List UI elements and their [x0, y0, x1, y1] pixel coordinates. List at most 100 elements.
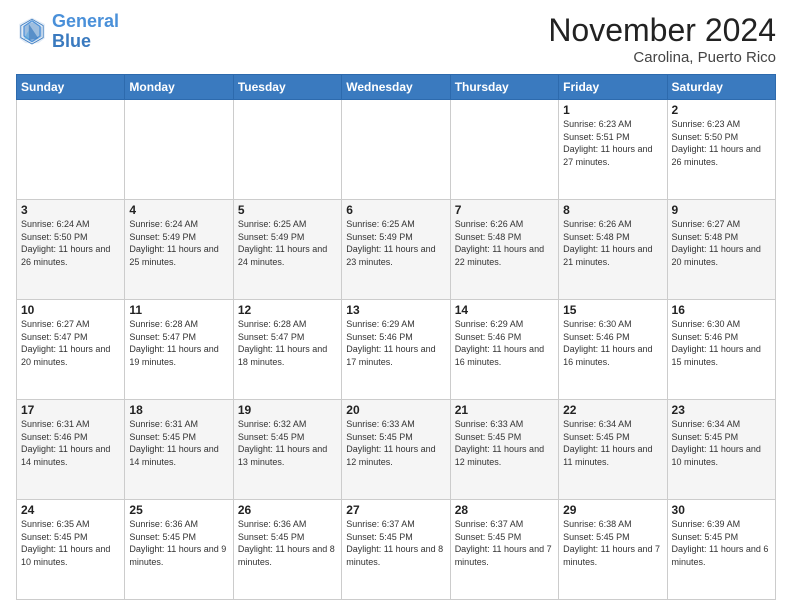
day-number: 27 — [346, 503, 445, 517]
day-number: 22 — [563, 403, 662, 417]
week-row-0: 1Sunrise: 6:23 AM Sunset: 5:51 PM Daylig… — [17, 100, 776, 200]
week-row-2: 10Sunrise: 6:27 AM Sunset: 5:47 PM Dayli… — [17, 300, 776, 400]
calendar-cell: 18Sunrise: 6:31 AM Sunset: 5:45 PM Dayli… — [125, 400, 233, 500]
day-info: Sunrise: 6:33 AM Sunset: 5:45 PM Dayligh… — [455, 418, 554, 468]
day-number: 21 — [455, 403, 554, 417]
calendar-cell: 9Sunrise: 6:27 AM Sunset: 5:48 PM Daylig… — [667, 200, 775, 300]
day-number: 5 — [238, 203, 337, 217]
day-info: Sunrise: 6:33 AM Sunset: 5:45 PM Dayligh… — [346, 418, 445, 468]
day-number: 24 — [21, 503, 120, 517]
day-info: Sunrise: 6:31 AM Sunset: 5:46 PM Dayligh… — [21, 418, 120, 468]
calendar-cell: 16Sunrise: 6:30 AM Sunset: 5:46 PM Dayli… — [667, 300, 775, 400]
calendar-cell — [17, 100, 125, 200]
logo-line1: General — [52, 11, 119, 31]
day-info: Sunrise: 6:28 AM Sunset: 5:47 PM Dayligh… — [238, 318, 337, 368]
day-number: 12 — [238, 303, 337, 317]
day-info: Sunrise: 6:35 AM Sunset: 5:45 PM Dayligh… — [21, 518, 120, 568]
calendar-cell: 7Sunrise: 6:26 AM Sunset: 5:48 PM Daylig… — [450, 200, 558, 300]
page: General Blue November 2024 Carolina, Pue… — [0, 0, 792, 612]
week-row-4: 24Sunrise: 6:35 AM Sunset: 5:45 PM Dayli… — [17, 500, 776, 600]
calendar-cell: 21Sunrise: 6:33 AM Sunset: 5:45 PM Dayli… — [450, 400, 558, 500]
day-info: Sunrise: 6:26 AM Sunset: 5:48 PM Dayligh… — [563, 218, 662, 268]
calendar-cell: 24Sunrise: 6:35 AM Sunset: 5:45 PM Dayli… — [17, 500, 125, 600]
day-info: Sunrise: 6:30 AM Sunset: 5:46 PM Dayligh… — [563, 318, 662, 368]
calendar-cell: 3Sunrise: 6:24 AM Sunset: 5:50 PM Daylig… — [17, 200, 125, 300]
day-number: 25 — [129, 503, 228, 517]
day-info: Sunrise: 6:36 AM Sunset: 5:45 PM Dayligh… — [238, 518, 337, 568]
day-number: 14 — [455, 303, 554, 317]
title-block: November 2024 Carolina, Puerto Rico — [548, 12, 776, 66]
calendar-cell: 1Sunrise: 6:23 AM Sunset: 5:51 PM Daylig… — [559, 100, 667, 200]
logo: General Blue — [16, 12, 119, 52]
header-sunday: Sunday — [17, 75, 125, 100]
day-number: 1 — [563, 103, 662, 117]
logo-line2: Blue — [52, 31, 91, 51]
subtitle: Carolina, Puerto Rico — [548, 49, 776, 66]
day-info: Sunrise: 6:34 AM Sunset: 5:45 PM Dayligh… — [563, 418, 662, 468]
calendar-cell: 15Sunrise: 6:30 AM Sunset: 5:46 PM Dayli… — [559, 300, 667, 400]
calendar-cell: 23Sunrise: 6:34 AM Sunset: 5:45 PM Dayli… — [667, 400, 775, 500]
calendar-cell: 14Sunrise: 6:29 AM Sunset: 5:46 PM Dayli… — [450, 300, 558, 400]
header-thursday: Thursday — [450, 75, 558, 100]
day-number: 2 — [672, 103, 771, 117]
day-info: Sunrise: 6:25 AM Sunset: 5:49 PM Dayligh… — [238, 218, 337, 268]
calendar-cell: 11Sunrise: 6:28 AM Sunset: 5:47 PM Dayli… — [125, 300, 233, 400]
logo-icon — [16, 16, 48, 48]
calendar-cell: 10Sunrise: 6:27 AM Sunset: 5:47 PM Dayli… — [17, 300, 125, 400]
day-info: Sunrise: 6:24 AM Sunset: 5:49 PM Dayligh… — [129, 218, 228, 268]
calendar-cell: 13Sunrise: 6:29 AM Sunset: 5:46 PM Dayli… — [342, 300, 450, 400]
calendar-cell — [450, 100, 558, 200]
calendar-cell: 29Sunrise: 6:38 AM Sunset: 5:45 PM Dayli… — [559, 500, 667, 600]
day-info: Sunrise: 6:26 AM Sunset: 5:48 PM Dayligh… — [455, 218, 554, 268]
day-info: Sunrise: 6:31 AM Sunset: 5:45 PM Dayligh… — [129, 418, 228, 468]
day-number: 17 — [21, 403, 120, 417]
day-number: 4 — [129, 203, 228, 217]
day-number: 10 — [21, 303, 120, 317]
day-info: Sunrise: 6:24 AM Sunset: 5:50 PM Dayligh… — [21, 218, 120, 268]
day-info: Sunrise: 6:38 AM Sunset: 5:45 PM Dayligh… — [563, 518, 662, 568]
day-number: 13 — [346, 303, 445, 317]
calendar-cell: 19Sunrise: 6:32 AM Sunset: 5:45 PM Dayli… — [233, 400, 341, 500]
calendar-cell: 25Sunrise: 6:36 AM Sunset: 5:45 PM Dayli… — [125, 500, 233, 600]
calendar-cell: 5Sunrise: 6:25 AM Sunset: 5:49 PM Daylig… — [233, 200, 341, 300]
day-info: Sunrise: 6:39 AM Sunset: 5:45 PM Dayligh… — [672, 518, 771, 568]
day-number: 15 — [563, 303, 662, 317]
day-info: Sunrise: 6:29 AM Sunset: 5:46 PM Dayligh… — [455, 318, 554, 368]
calendar-cell: 22Sunrise: 6:34 AM Sunset: 5:45 PM Dayli… — [559, 400, 667, 500]
calendar-cell: 26Sunrise: 6:36 AM Sunset: 5:45 PM Dayli… — [233, 500, 341, 600]
calendar-cell — [233, 100, 341, 200]
day-number: 7 — [455, 203, 554, 217]
day-info: Sunrise: 6:30 AM Sunset: 5:46 PM Dayligh… — [672, 318, 771, 368]
day-info: Sunrise: 6:28 AM Sunset: 5:47 PM Dayligh… — [129, 318, 228, 368]
day-number: 26 — [238, 503, 337, 517]
calendar-cell — [342, 100, 450, 200]
calendar: SundayMondayTuesdayWednesdayThursdayFrid… — [16, 74, 776, 600]
day-number: 6 — [346, 203, 445, 217]
day-number: 9 — [672, 203, 771, 217]
day-info: Sunrise: 6:34 AM Sunset: 5:45 PM Dayligh… — [672, 418, 771, 468]
main-title: November 2024 — [548, 12, 776, 49]
calendar-cell: 20Sunrise: 6:33 AM Sunset: 5:45 PM Dayli… — [342, 400, 450, 500]
calendar-header-row: SundayMondayTuesdayWednesdayThursdayFrid… — [17, 75, 776, 100]
day-number: 30 — [672, 503, 771, 517]
day-info: Sunrise: 6:36 AM Sunset: 5:45 PM Dayligh… — [129, 518, 228, 568]
day-info: Sunrise: 6:32 AM Sunset: 5:45 PM Dayligh… — [238, 418, 337, 468]
calendar-cell: 6Sunrise: 6:25 AM Sunset: 5:49 PM Daylig… — [342, 200, 450, 300]
day-info: Sunrise: 6:23 AM Sunset: 5:51 PM Dayligh… — [563, 118, 662, 168]
day-number: 29 — [563, 503, 662, 517]
header-wednesday: Wednesday — [342, 75, 450, 100]
calendar-cell: 4Sunrise: 6:24 AM Sunset: 5:49 PM Daylig… — [125, 200, 233, 300]
header: General Blue November 2024 Carolina, Pue… — [16, 12, 776, 66]
calendar-cell: 27Sunrise: 6:37 AM Sunset: 5:45 PM Dayli… — [342, 500, 450, 600]
day-info: Sunrise: 6:27 AM Sunset: 5:47 PM Dayligh… — [21, 318, 120, 368]
day-number: 23 — [672, 403, 771, 417]
calendar-cell: 12Sunrise: 6:28 AM Sunset: 5:47 PM Dayli… — [233, 300, 341, 400]
calendar-cell — [125, 100, 233, 200]
header-friday: Friday — [559, 75, 667, 100]
calendar-cell: 28Sunrise: 6:37 AM Sunset: 5:45 PM Dayli… — [450, 500, 558, 600]
day-info: Sunrise: 6:37 AM Sunset: 5:45 PM Dayligh… — [346, 518, 445, 568]
day-info: Sunrise: 6:29 AM Sunset: 5:46 PM Dayligh… — [346, 318, 445, 368]
day-number: 3 — [21, 203, 120, 217]
calendar-cell: 8Sunrise: 6:26 AM Sunset: 5:48 PM Daylig… — [559, 200, 667, 300]
week-row-3: 17Sunrise: 6:31 AM Sunset: 5:46 PM Dayli… — [17, 400, 776, 500]
